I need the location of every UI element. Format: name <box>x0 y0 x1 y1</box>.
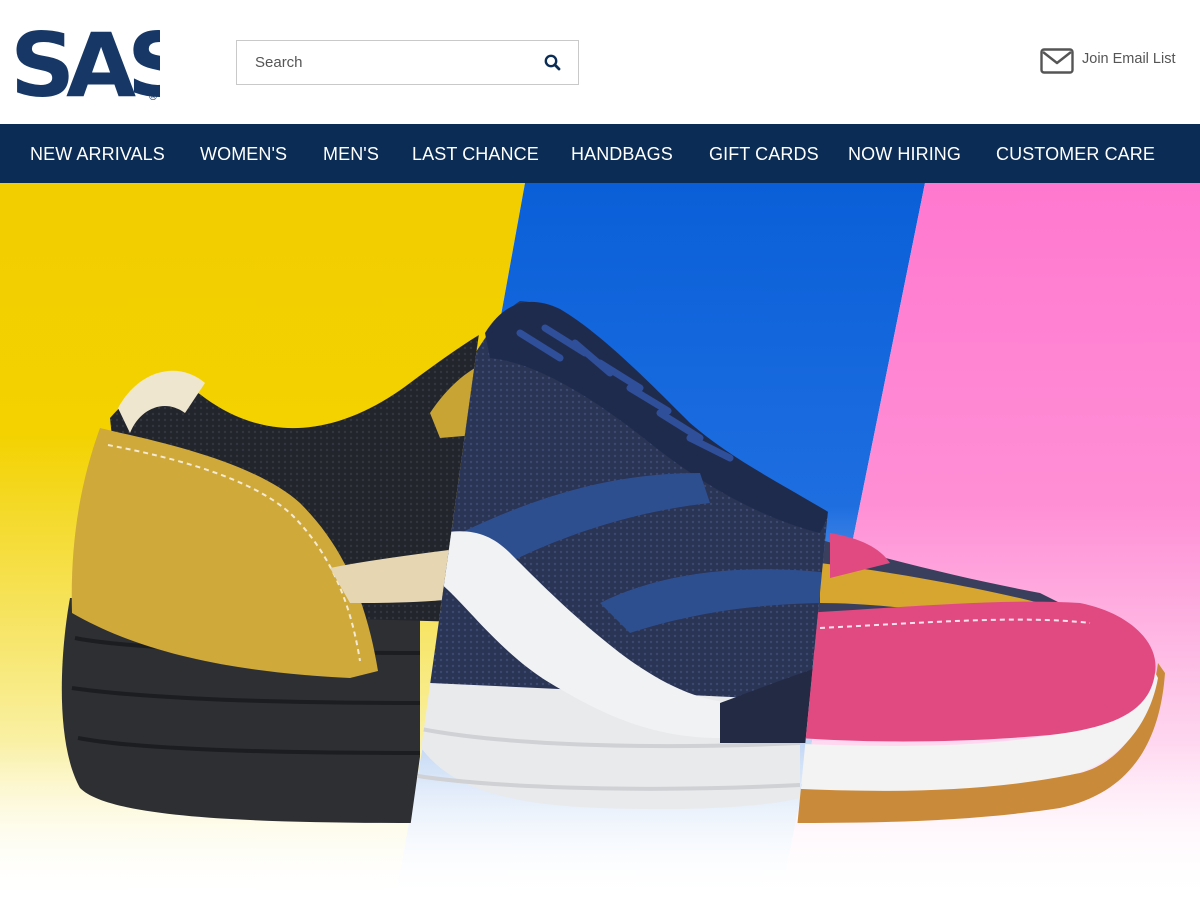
main-nav: NEW ARRIVALS WOMEN'S MEN'S LAST CHANCE H… <box>0 124 1200 183</box>
join-email-list-link[interactable]: Join Email List <box>1040 46 1175 76</box>
hero-banner[interactable] <box>0 183 1200 900</box>
search-input[interactable] <box>237 41 527 84</box>
nav-handbags[interactable]: HANDBAGS <box>571 124 673 183</box>
registered-mark: ® <box>148 92 158 103</box>
search-button[interactable] <box>542 52 564 74</box>
search-box <box>236 40 579 85</box>
hero-image <box>0 183 1200 900</box>
site-header: SAS ® Join Email List <box>0 0 1200 124</box>
join-email-list-label: Join Email List <box>1082 51 1176 67</box>
svg-text:SAS: SAS <box>10 22 160 104</box>
nav-customer-care[interactable]: CUSTOMER CARE <box>996 124 1155 183</box>
search-icon <box>544 54 561 71</box>
nav-now-hiring[interactable]: NOW HIRING <box>848 124 961 183</box>
nav-gift-cards[interactable]: GIFT CARDS <box>709 124 819 183</box>
sas-logo[interactable]: SAS ® <box>10 22 160 104</box>
nav-womens[interactable]: WOMEN'S <box>200 124 287 183</box>
nav-mens[interactable]: MEN'S <box>323 124 379 183</box>
envelope-icon <box>1040 48 1074 74</box>
nav-new-arrivals[interactable]: NEW ARRIVALS <box>30 124 165 183</box>
nav-last-chance[interactable]: LAST CHANCE <box>412 124 539 183</box>
